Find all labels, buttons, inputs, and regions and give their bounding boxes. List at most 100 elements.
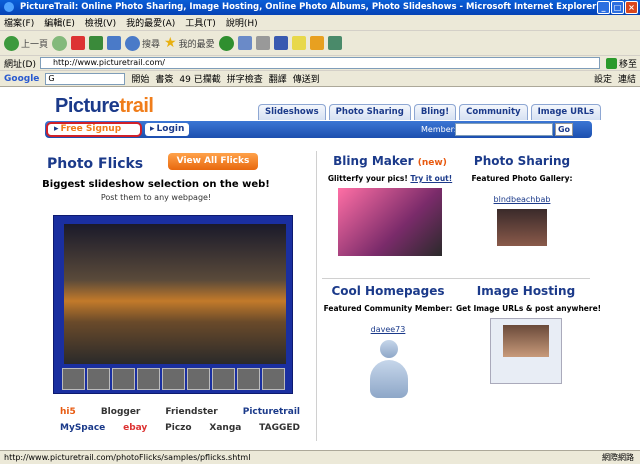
print-icon[interactable] [255, 36, 270, 50]
bling-desc: Glitterfy your pics! Try it out! [327, 174, 453, 183]
partner-piczo[interactable]: Piczo [165, 423, 191, 433]
photo-flicks-subtitle: Biggest slideshow selection on the web! [42, 179, 270, 190]
partner-myspace[interactable]: MySpace [60, 423, 105, 433]
image-hosting-title[interactable]: Image Hosting [456, 284, 596, 298]
home-icon[interactable] [107, 36, 122, 50]
search-button[interactable]: 搜尋 [125, 35, 160, 51]
search-icon [125, 35, 141, 51]
image-hosting-box: Image Hosting Get Image URLs & post anyw… [456, 284, 602, 384]
picturetrail-logo[interactable]: Picturetrail [55, 95, 154, 118]
thumbnail[interactable] [62, 368, 85, 390]
menu-help[interactable]: 說明(H) [226, 16, 258, 29]
photo-flick-slideshow[interactable] [53, 215, 293, 394]
google-search-input[interactable]: G [45, 72, 126, 85]
back-button[interactable]: 上一頁 [4, 35, 48, 51]
login-button[interactable]: Login [145, 123, 190, 136]
address-input[interactable]: http://www.picturetrail.com/ [39, 57, 600, 69]
go-button[interactable]: 移至 [605, 57, 637, 70]
translate-button[interactable]: 翻譯 [269, 72, 287, 85]
popup-blocked-count[interactable]: 49 已攔截 [179, 72, 220, 85]
partner-xanga[interactable]: Xanga [209, 423, 241, 433]
status-url: http://www.picturetrail.com/photoFlicks/… [4, 453, 251, 462]
free-signup-button[interactable]: Free Signup [46, 122, 142, 137]
hosting-desc: Get Image URLs & post anywhere! [456, 304, 602, 313]
thumbnail[interactable] [262, 368, 285, 390]
cool-homepages-title[interactable]: Cool Homepages [318, 284, 458, 298]
refresh-icon[interactable] [89, 36, 104, 50]
standard-toolbar: 上一頁 搜尋 ★ 我的最愛 [0, 31, 640, 56]
thumbnail[interactable] [212, 368, 235, 390]
favorites-button[interactable]: ★ 我的最愛 [164, 35, 215, 51]
sharing-desc: Featured Photo Gallery: [471, 174, 573, 183]
view-all-flicks-button[interactable]: View All Flicks [168, 153, 258, 170]
page-content: Picturetrail Slideshows Photo Sharing Bl… [0, 87, 640, 450]
sendto-button[interactable]: 傳送到 [293, 72, 320, 85]
history-icon[interactable] [218, 35, 234, 51]
address-label: 網址(D) [4, 59, 36, 70]
google-bookmarks-button[interactable]: 書簽 [155, 72, 173, 85]
featured-gallery-image[interactable] [497, 209, 547, 246]
minimize-button[interactable]: _ [597, 1, 610, 14]
column-divider [316, 151, 317, 441]
hosting-sample-image[interactable] [490, 318, 562, 384]
stop-icon[interactable] [71, 36, 86, 50]
forward-icon[interactable] [52, 35, 68, 51]
photo-flicks-title: Photo Flicks [47, 156, 144, 172]
menu-view[interactable]: 檢視(V) [85, 16, 116, 29]
cool-homepages-box: Cool Homepages Featured Community Member… [318, 284, 458, 400]
menu-edit[interactable]: 編輯(E) [44, 16, 75, 29]
row-divider [322, 278, 590, 279]
member-input[interactable] [455, 123, 553, 136]
window-titlebar: PictureTrail: Online Photo Sharing, Imag… [0, 0, 640, 15]
window-controls: _ □ × [597, 1, 638, 14]
mail-icon[interactable] [237, 36, 252, 50]
try-it-out-link[interactable]: Try it out! [410, 174, 452, 183]
bling-maker-title[interactable]: Bling Maker (new) [320, 154, 460, 168]
note-icon[interactable] [291, 36, 306, 50]
member-go-button[interactable]: Go [555, 123, 573, 136]
maximize-button[interactable]: □ [611, 1, 624, 14]
ie-icon [4, 1, 14, 12]
edit-icon[interactable] [273, 36, 288, 50]
thumbnail[interactable] [237, 368, 260, 390]
menu-tools[interactable]: 工具(T) [185, 16, 216, 29]
photo-sharing-title[interactable]: Photo Sharing [452, 154, 592, 168]
tab-community[interactable]: Community [459, 104, 528, 120]
tab-image-urls[interactable]: Image URLs [530, 104, 602, 120]
messenger-icon[interactable] [327, 36, 342, 50]
menu-file[interactable]: 檔案(F) [4, 16, 34, 29]
partner-ebay[interactable]: ebay [123, 423, 147, 433]
thumbnail[interactable] [137, 368, 160, 390]
homepages-desc: Featured Community Member: [323, 304, 453, 313]
photo-flicks-subtext: Post them to any webpage! [100, 193, 212, 202]
tab-slideshows[interactable]: Slideshows [258, 104, 326, 120]
window-title: PictureTrail: Online Photo Sharing, Imag… [19, 2, 597, 12]
thumbnail[interactable] [112, 368, 135, 390]
bling-maker-box: Bling Maker (new) Glitterfy your pics! T… [320, 154, 460, 256]
featured-gallery-link[interactable]: blndbeachbab [452, 195, 592, 204]
slideshow-photo[interactable] [64, 224, 286, 364]
thumbnail[interactable] [187, 368, 210, 390]
spellcheck-button[interactable]: 拼字檢查 [227, 72, 263, 85]
google-toolbar: Google G 開始 書簽 49 已攔截 拼字檢查 翻譯 傳送到 設定 連結 [0, 71, 640, 87]
tab-photo-sharing[interactable]: Photo Sharing [328, 104, 411, 120]
thumbnail[interactable] [87, 368, 110, 390]
folder-icon[interactable] [309, 36, 324, 50]
featured-member-link[interactable]: davee73 [318, 325, 458, 334]
links-button[interactable]: 連結 [618, 72, 636, 85]
google-logo: Google [4, 73, 40, 84]
site-tabs: Slideshows Photo Sharing Bling! Communit… [258, 104, 602, 120]
partner-tagged[interactable]: TAGGED [259, 423, 300, 433]
google-settings-button[interactable]: 設定 [594, 72, 612, 85]
member-avatar[interactable] [368, 340, 408, 400]
menu-favorites[interactable]: 我的最愛(A) [126, 16, 175, 29]
google-open-button[interactable]: 開始 [131, 72, 149, 85]
close-button[interactable]: × [625, 1, 638, 14]
tab-bling[interactable]: Bling! [413, 104, 457, 120]
bling-sample-image[interactable] [338, 188, 442, 256]
partner-picturetrail[interactable]: Picturetrail [243, 407, 300, 417]
thumbnail[interactable] [162, 368, 185, 390]
partner-friendster[interactable]: Friendster [165, 407, 217, 417]
partner-hi5[interactable]: hi5 [60, 407, 76, 417]
partner-blogger[interactable]: Blogger [101, 407, 141, 417]
